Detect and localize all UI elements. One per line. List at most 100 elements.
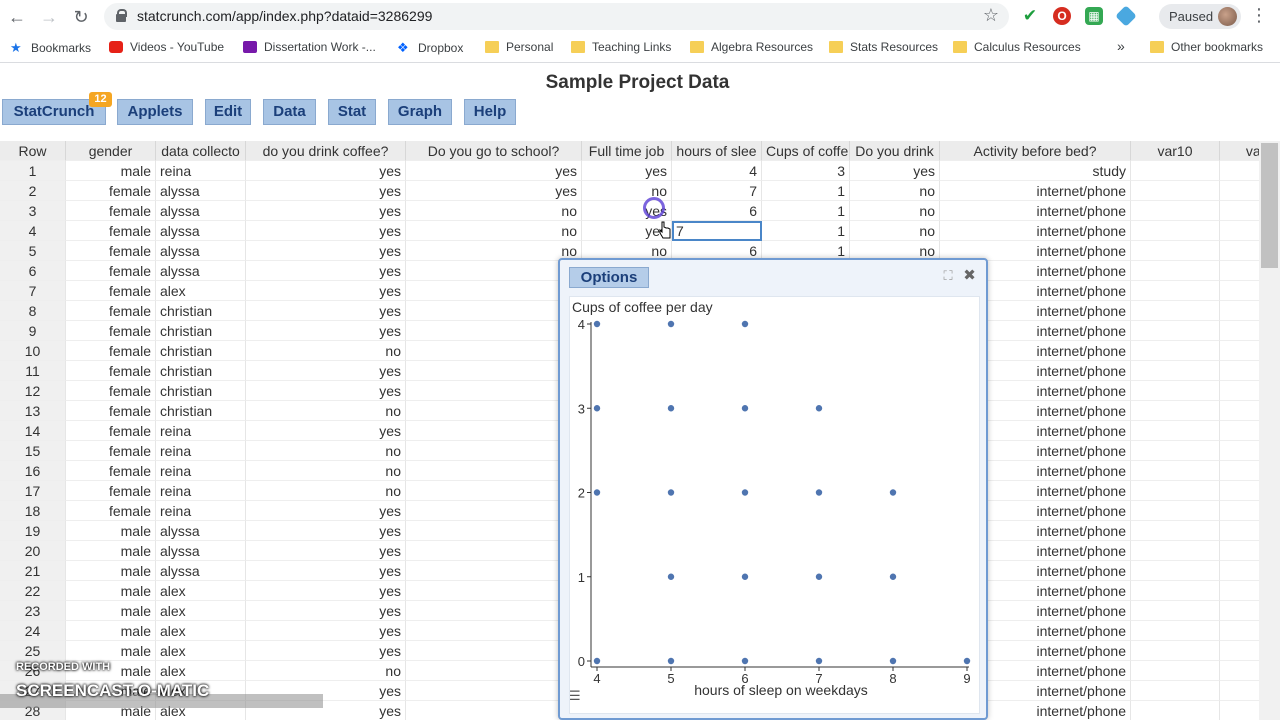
table-cell[interactable]: alyssa	[156, 261, 246, 281]
table-cell[interactable]	[1131, 681, 1220, 701]
table-cell[interactable]: no	[246, 481, 406, 501]
table-cell[interactable]: alyssa	[156, 561, 246, 581]
table-cell[interactable]: no	[246, 401, 406, 421]
table-cell[interactable]: yes	[850, 161, 940, 181]
table-cell[interactable]: alex	[156, 281, 246, 301]
stat-menu-button[interactable]: Stat	[328, 99, 376, 125]
table-cell[interactable]: yes	[246, 501, 406, 521]
table-cell[interactable]: yes	[246, 161, 406, 181]
table-cell[interactable]	[406, 321, 582, 341]
table-cell[interactable]: female	[66, 381, 156, 401]
applets-menu-button[interactable]: Applets	[117, 99, 193, 125]
table-cell[interactable]	[406, 401, 582, 421]
bookmark-item[interactable]: ★ Bookmarks	[10, 40, 91, 55]
table-cell[interactable]: y	[406, 441, 582, 461]
table-cell[interactable]	[1220, 701, 1259, 720]
scrollbar-thumb[interactable]	[1261, 143, 1278, 268]
table-cell[interactable]: yes	[246, 381, 406, 401]
bookmark-item[interactable]: Algebra Resources	[690, 40, 813, 54]
table-cell[interactable]	[1131, 581, 1220, 601]
table-cell[interactable]: 6	[672, 201, 762, 221]
table-cell[interactable]: no	[246, 661, 406, 681]
bookmark-item[interactable]: Videos - YouTube	[109, 40, 224, 54]
vertical-scrollbar[interactable]	[1259, 141, 1280, 720]
table-cell[interactable]: female	[66, 341, 156, 361]
table-cell[interactable]	[1131, 181, 1220, 201]
table-cell[interactable]: yes	[246, 301, 406, 321]
table-cell[interactable]: female	[66, 301, 156, 321]
table-cell[interactable]	[406, 361, 582, 381]
table-cell[interactable]: internet/phone	[940, 201, 1131, 221]
table-cell[interactable]: alyssa	[156, 541, 246, 561]
table-cell[interactable]	[1220, 381, 1259, 401]
table-cell[interactable]: reina	[156, 441, 246, 461]
table-cell[interactable]: y	[406, 601, 582, 621]
table-cell[interactable]: y	[406, 561, 582, 581]
menu-lines-icon[interactable]: ☰	[569, 688, 583, 703]
table-cell[interactable]: yes	[246, 641, 406, 661]
table-cell[interactable]	[1131, 541, 1220, 561]
table-cell[interactable]: female	[66, 241, 156, 261]
table-cell[interactable]: male	[66, 581, 156, 601]
table-cell[interactable]	[1220, 621, 1259, 641]
table-cell[interactable]	[1220, 501, 1259, 521]
bookmark-item[interactable]: ❖ Dropbox	[397, 40, 463, 55]
bookmark-item[interactable]: Teaching Links	[571, 40, 671, 54]
opera-extension-icon[interactable]: O	[1053, 7, 1071, 25]
url-text[interactable]: statcrunch.com/app/index.php?dataid=3286…	[137, 8, 432, 24]
table-cell[interactable]: female	[66, 501, 156, 521]
column-header[interactable]: hours of slee	[672, 141, 762, 161]
table-cell[interactable]	[1131, 221, 1220, 241]
graph-menu-button[interactable]: Graph	[388, 99, 452, 125]
graph-window[interactable]: Options ⛶ ✖ Cups of coffee per day 0 1 2 3 4 4…	[558, 258, 988, 720]
options-button[interactable]: Options	[569, 267, 649, 288]
table-cell[interactable]: christian	[156, 401, 246, 421]
table-cell[interactable]: reina	[156, 501, 246, 521]
table-cell[interactable]	[406, 661, 582, 681]
table-cell[interactable]: 1	[762, 221, 850, 241]
column-header[interactable]: gender	[66, 141, 156, 161]
column-header[interactable]: Activity before bed?	[940, 141, 1131, 161]
table-cell[interactable]: female	[66, 261, 156, 281]
data-menu-button[interactable]: Data	[263, 99, 316, 125]
table-cell[interactable]: male	[66, 161, 156, 181]
table-cell[interactable]: 3	[762, 161, 850, 181]
table-cell[interactable]	[1220, 201, 1259, 221]
table-cell[interactable]	[1131, 261, 1220, 281]
table-cell[interactable]	[1131, 381, 1220, 401]
table-cell[interactable]	[406, 701, 582, 720]
table-cell[interactable]: yes	[246, 521, 406, 541]
table-cell[interactable]: y	[406, 281, 582, 301]
table-cell[interactable]	[1131, 481, 1220, 501]
table-cell[interactable]: yes	[406, 161, 582, 181]
table-cell[interactable]	[1131, 641, 1220, 661]
table-cell[interactable]: christian	[156, 381, 246, 401]
table-cell[interactable]	[1220, 161, 1259, 181]
column-header[interactable]: data collecto	[156, 141, 246, 161]
table-cell[interactable]	[1220, 601, 1259, 621]
table-cell[interactable]: no	[850, 221, 940, 241]
table-cell[interactable]: christian	[156, 321, 246, 341]
table-cell[interactable]	[1131, 281, 1220, 301]
reload-icon[interactable]: ↻	[70, 6, 92, 28]
table-cell[interactable]: yes	[246, 421, 406, 441]
table-cell[interactable]	[1220, 581, 1259, 601]
table-cell[interactable]: christian	[156, 341, 246, 361]
table-cell[interactable]: yes	[246, 181, 406, 201]
bookmark-star-icon[interactable]: ☆	[983, 5, 999, 26]
profile-paused-button[interactable]: Paused	[1159, 4, 1241, 29]
table-cell[interactable]	[1220, 661, 1259, 681]
table-cell[interactable]: female	[66, 281, 156, 301]
table-cell[interactable]: 7	[672, 181, 762, 201]
table-cell[interactable]	[406, 641, 582, 661]
table-cell[interactable]: yes	[246, 241, 406, 261]
table-cell[interactable]: christian	[156, 301, 246, 321]
table-cell[interactable]	[1131, 441, 1220, 461]
table-cell[interactable]: yes	[246, 581, 406, 601]
table-cell[interactable]	[1131, 521, 1220, 541]
table-cell[interactable]: male	[66, 641, 156, 661]
address-bar[interactable]: statcrunch.com/app/index.php?dataid=3286…	[104, 3, 1009, 30]
table-cell[interactable]	[1131, 161, 1220, 181]
column-header[interactable]: var10	[1131, 141, 1220, 161]
table-cell[interactable]: y	[406, 541, 582, 561]
